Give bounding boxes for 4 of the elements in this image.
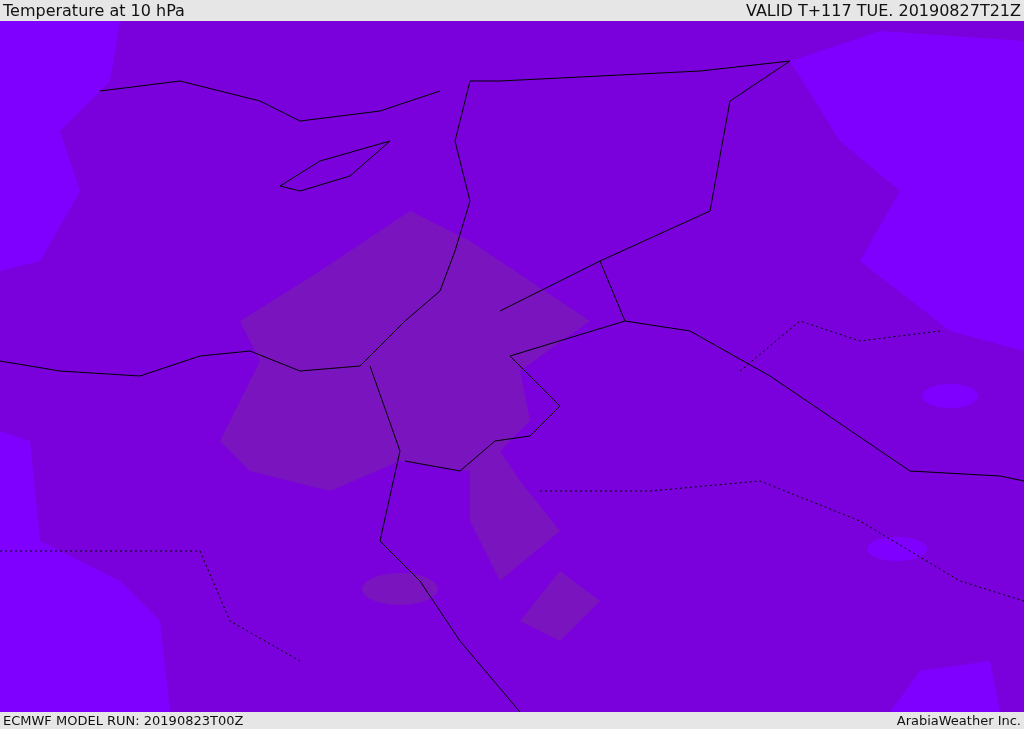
credit-text: ArabiaWeather Inc. xyxy=(896,713,1021,728)
model-run: ECMWF MODEL RUN: 20190823T00Z xyxy=(3,713,244,728)
valid-time: VALID T+117 TUE. 20190827T21Z xyxy=(746,1,1021,20)
map-title: Temperature at 10 hPa xyxy=(3,1,185,20)
